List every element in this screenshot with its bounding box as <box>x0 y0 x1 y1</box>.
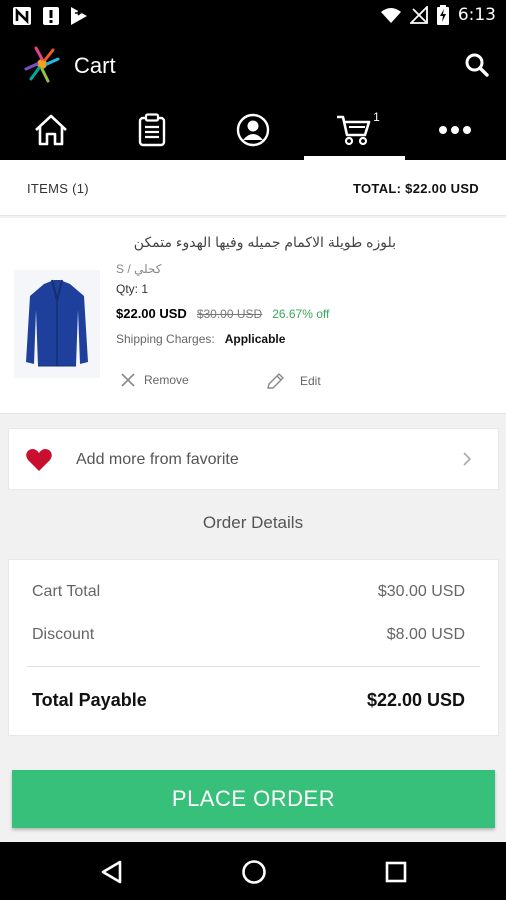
back-icon[interactable] <box>98 858 126 886</box>
price-row: $22.00 USD $30.00 USD 26.67% off <box>116 306 329 321</box>
favorite-label: Add more from favorite <box>76 451 239 468</box>
add-from-favorite[interactable]: Add more from favorite <box>8 428 499 490</box>
total-payable-label: Total Payable <box>32 690 147 710</box>
tab-cart[interactable]: 1 <box>303 100 406 160</box>
edit-label: Edit <box>300 374 321 388</box>
search-icon[interactable] <box>464 52 490 78</box>
alert-icon <box>43 7 59 25</box>
shipping-value: Applicable <box>224 332 286 346</box>
place-order-button[interactable]: PLACE ORDER <box>12 770 495 828</box>
divider <box>27 666 480 667</box>
cart-total-value: $30.00 USD <box>377 583 465 600</box>
no-signal-icon <box>409 6 428 24</box>
cart-total-label: Cart Total <box>32 583 101 600</box>
original-price: $30.00 USD <box>196 307 263 321</box>
remove-label: Remove <box>144 373 189 387</box>
heart-icon <box>26 449 52 471</box>
pencil-icon <box>267 373 284 389</box>
product-name[interactable]: بلوزه طويلة الاكمام جميله وفيها الهدوء م… <box>116 234 396 251</box>
product-qty: Qty: 1 <box>116 282 149 296</box>
system-nav-bar <box>0 842 506 900</box>
remove-button[interactable]: Remove <box>120 372 189 388</box>
product-variant: S / كحلي <box>116 262 162 276</box>
cart-badge: 1 <box>373 110 380 124</box>
cart-total: TOTAL: $22.00 USD <box>353 181 479 196</box>
tab-more[interactable] <box>405 100 506 160</box>
app-logo[interactable] <box>22 44 62 84</box>
cart-icon <box>337 115 371 146</box>
app-bar: Cart <box>0 32 506 100</box>
tab-bar: 1 <box>0 100 506 160</box>
clock: 6:13 <box>457 5 496 25</box>
shipping-charges: Shipping Charges: Applicable <box>116 332 285 346</box>
wifi-icon <box>380 8 401 23</box>
discount-value: $8.00 USD <box>386 626 465 643</box>
discount-label: Discount <box>32 626 95 643</box>
order-details-card: Cart Total $30.00 USD Discount $8.00 USD… <box>8 559 499 736</box>
page-title: Cart <box>74 53 116 78</box>
product-image[interactable] <box>14 270 100 378</box>
tab-home[interactable] <box>0 100 101 160</box>
cart-item: بلوزه طويلة الاكمام جميله وفيها الهدوء م… <box>0 218 506 414</box>
forward-icon <box>71 7 87 25</box>
battery-charging-icon <box>436 5 449 25</box>
discount-percent: 26.67% off <box>272 307 330 321</box>
n-notification-icon <box>13 7 31 25</box>
clipboard-icon <box>138 113 165 147</box>
chevron-right-icon <box>463 452 472 466</box>
home-circle-icon[interactable] <box>240 858 268 886</box>
status-bar: 6:13 <box>0 0 506 32</box>
home-icon <box>34 114 67 146</box>
close-icon <box>121 373 135 387</box>
tab-orders[interactable] <box>101 100 202 160</box>
cart-summary-header: ITEMS (1) TOTAL: $22.00 USD <box>0 160 506 216</box>
recents-icon[interactable] <box>382 858 410 886</box>
product-price: $22.00 USD <box>116 306 187 321</box>
items-count: ITEMS (1) <box>27 181 89 196</box>
order-details-heading: Order Details <box>202 513 304 532</box>
shipping-label: Shipping Charges: <box>116 332 215 346</box>
total-payable-value: $22.00 USD <box>366 690 465 710</box>
user-icon <box>236 113 270 147</box>
tab-account[interactable] <box>202 100 303 160</box>
more-icon <box>439 126 472 134</box>
edit-button[interactable]: Edit <box>266 372 321 390</box>
